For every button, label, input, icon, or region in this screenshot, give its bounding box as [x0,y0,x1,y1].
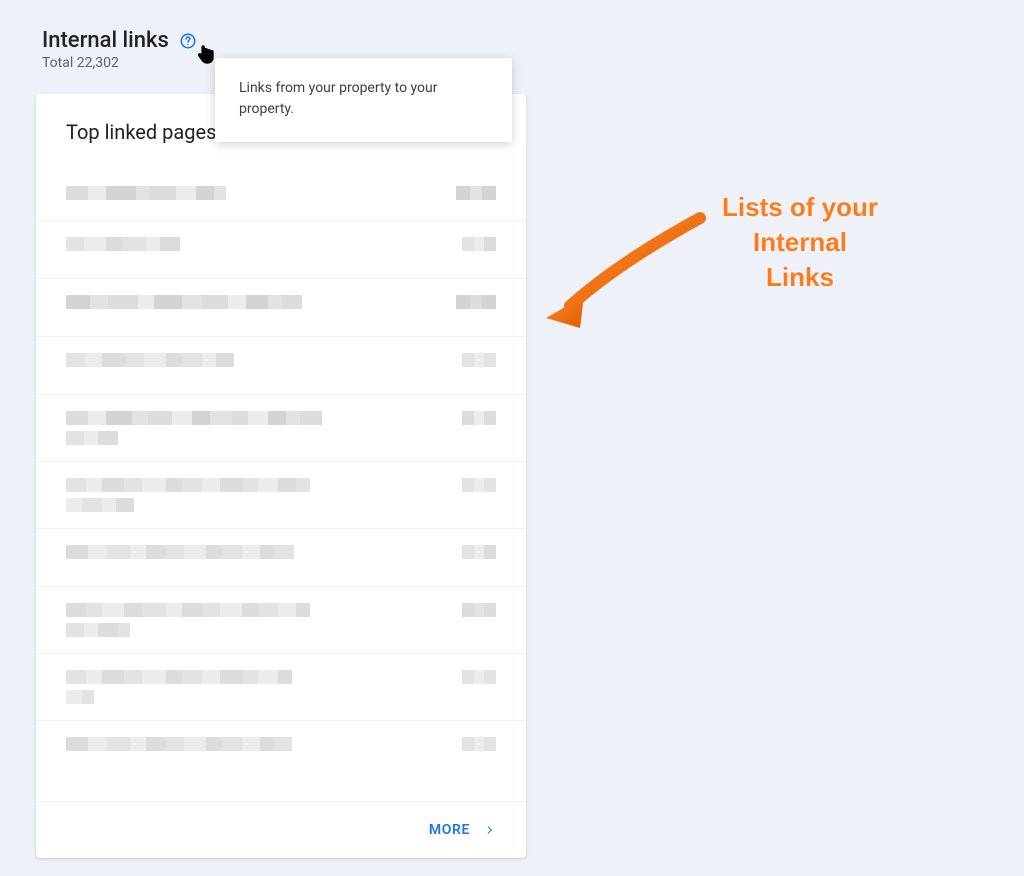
more-label: MORE [429,822,470,838]
annotation-label: Lists of your Internal Links [690,190,910,295]
row-count-redacted [452,478,496,492]
hand-cursor-icon [194,44,216,66]
row-count-redacted [452,545,496,559]
list-item[interactable] [36,394,526,461]
row-count-redacted [452,186,496,200]
row-count-redacted [452,737,496,751]
tooltip-text: Links from your property to your propert… [239,80,438,117]
annotation-line: Lists of your [690,190,910,225]
row-url-redacted [66,478,432,512]
row-count-redacted [452,411,496,425]
list-item[interactable] [36,162,526,220]
row-count-redacted [452,295,496,309]
help-tooltip: Links from your property to your propert… [215,58,512,142]
card-title: Top linked pages [66,120,216,144]
row-url-redacted [66,737,432,751]
row-url-redacted [66,603,432,637]
section-header: Internal links Total 22,302 [42,28,197,71]
row-count-redacted [452,670,496,684]
row-count-redacted [452,237,496,251]
row-url-redacted [66,545,432,559]
list-item[interactable] [36,278,526,336]
row-url-redacted [66,237,432,251]
list-item[interactable] [36,220,526,278]
total-count: 22,302 [77,55,119,71]
annotation-line: Internal [690,225,910,260]
list-item[interactable] [36,720,526,778]
top-linked-pages-card: Top linked pages [36,94,526,858]
list-item[interactable] [36,336,526,394]
list-item[interactable] [36,653,526,720]
row-url-redacted [66,670,432,704]
list-item[interactable] [36,586,526,653]
page-subtitle: Total 22,302 [42,55,197,71]
annotation-line: Links [690,260,910,295]
card-footer: MORE [36,801,526,858]
page-title-row: Internal links [42,28,197,53]
row-url-redacted [66,353,432,367]
annotation-arrow-icon [540,210,720,330]
list-item[interactable] [36,528,526,586]
list-item[interactable] [36,461,526,528]
row-url-redacted [66,295,432,309]
page-title: Internal links [42,28,169,53]
row-count-redacted [452,353,496,367]
row-count-redacted [452,603,496,617]
chevron-right-icon [484,824,496,836]
subtitle-prefix: Total [42,55,77,71]
linked-pages-list [36,162,526,801]
more-button[interactable]: MORE [429,822,496,838]
row-url-redacted [66,186,432,200]
row-url-redacted [66,411,432,445]
